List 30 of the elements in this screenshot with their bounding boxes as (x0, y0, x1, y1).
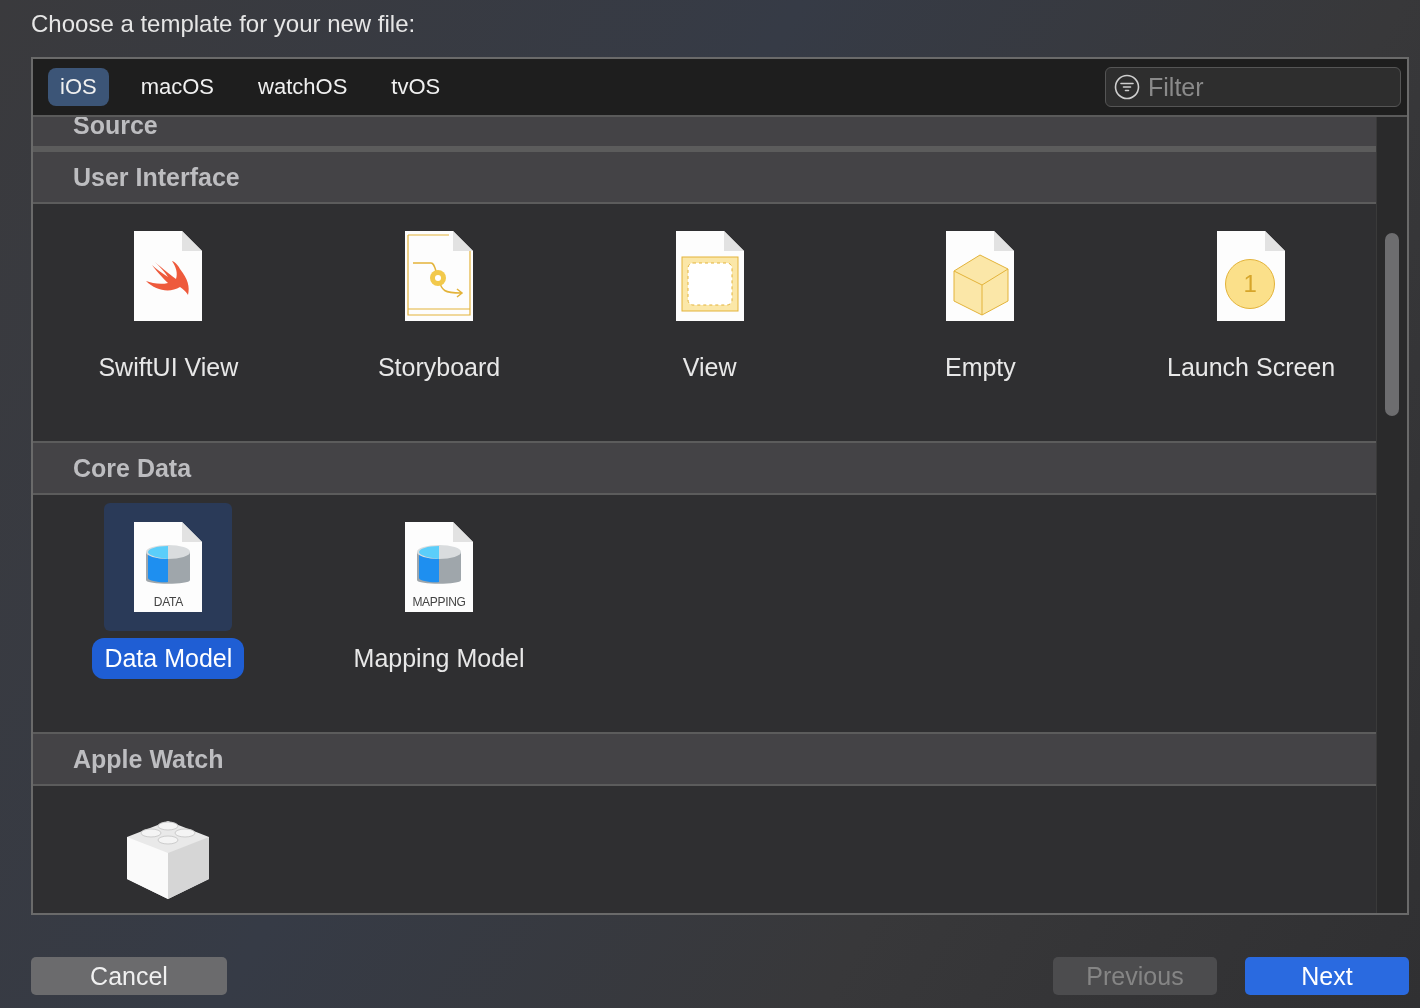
template-icon-tile[interactable]: MAPPING (375, 503, 504, 631)
platform-tab[interactable]: macOS (128, 68, 227, 106)
section-title: Apple Watch (73, 745, 224, 773)
document-icon (675, 231, 744, 321)
section-title: User Interface (73, 163, 240, 191)
filter-icon (1114, 74, 1140, 100)
template-name[interactable]: Storyboard (365, 347, 513, 388)
scroll-thumb[interactable] (1385, 233, 1399, 416)
document-icon (946, 231, 1015, 321)
template-name[interactable]: View (670, 347, 749, 388)
section-title: Source (73, 117, 158, 137)
platform-tab[interactable]: iOS (48, 68, 109, 106)
template-icon-tile[interactable]: DATA (104, 503, 233, 631)
filter-field[interactable]: Filter (1105, 67, 1401, 107)
platform-tab[interactable]: watchOS (246, 68, 360, 106)
template-name[interactable]: Empty (932, 347, 1028, 388)
template-name[interactable]: Mapping Model (341, 638, 537, 679)
scroll-bar[interactable] (1376, 117, 1407, 913)
template-name[interactable]: SwiftUI View (86, 347, 251, 388)
document-icon (134, 231, 203, 321)
dialog-button[interactable]: Cancel (31, 957, 227, 995)
template-name[interactable]: Launch Screen (1155, 347, 1348, 388)
document-icon (405, 231, 474, 321)
dialog-title: Choose a template for your new file: (31, 9, 417, 39)
section-title: Core Data (73, 454, 192, 482)
platform-tab[interactable]: tvOS (379, 68, 453, 106)
dialog-button[interactable]: Next (1245, 957, 1409, 995)
document-label: DATA (152, 595, 184, 609)
template-name[interactable]: Data Model (92, 638, 245, 679)
document-label: MAPPING (411, 595, 467, 609)
